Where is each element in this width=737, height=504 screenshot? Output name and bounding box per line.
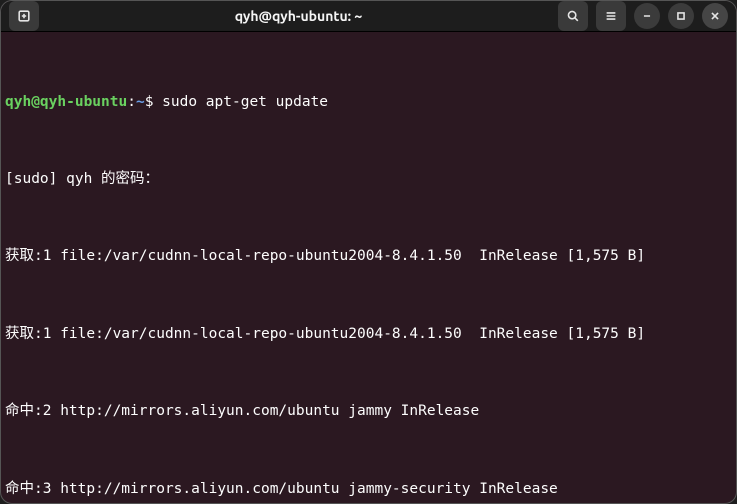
close-button[interactable] xyxy=(702,3,728,29)
output-line: 获取:1 file:/var/cudnn-local-repo-ubuntu20… xyxy=(5,244,732,270)
minimize-icon xyxy=(640,9,654,23)
output-line: 命中:2 http://mirrors.aliyun.com/ubuntu ja… xyxy=(5,399,732,425)
window-title: qyh@qyh-ubuntu: ~ xyxy=(235,8,363,24)
prompt-userhost: qyh@qyh-ubuntu xyxy=(5,94,127,110)
maximize-button[interactable] xyxy=(668,3,694,29)
prompt-path: ~ xyxy=(136,94,145,110)
close-icon xyxy=(708,9,722,23)
hamburger-icon xyxy=(604,9,618,23)
prompt-sep2: $ xyxy=(145,94,162,110)
search-icon xyxy=(566,9,580,23)
titlebar-left-controls xyxy=(9,1,39,31)
maximize-icon xyxy=(674,9,688,23)
command-text: sudo apt-get update xyxy=(162,94,328,110)
titlebar-right-controls xyxy=(558,1,728,31)
terminal-body[interactable]: qyh@qyh-ubuntu:~$ sudo apt-get update [s… xyxy=(1,32,736,504)
output-line: [sudo] qyh 的密码： xyxy=(5,167,732,193)
search-button[interactable] xyxy=(558,1,588,31)
output-line: 命中:3 http://mirrors.aliyun.com/ubuntu ja… xyxy=(5,477,732,503)
titlebar: qyh@qyh-ubuntu: ~ xyxy=(1,1,736,32)
prompt-sep1: : xyxy=(127,94,136,110)
menu-button[interactable] xyxy=(596,1,626,31)
output-line: 获取:1 file:/var/cudnn-local-repo-ubuntu20… xyxy=(5,322,732,348)
terminal-window[interactable]: qyh@qyh-ubuntu: ~ xyxy=(0,0,737,504)
new-tab-icon xyxy=(17,9,31,23)
new-tab-button[interactable] xyxy=(9,1,39,31)
minimize-button[interactable] xyxy=(634,3,660,29)
prompt-line-1: qyh@qyh-ubuntu:~$ sudo apt-get update xyxy=(5,90,732,116)
